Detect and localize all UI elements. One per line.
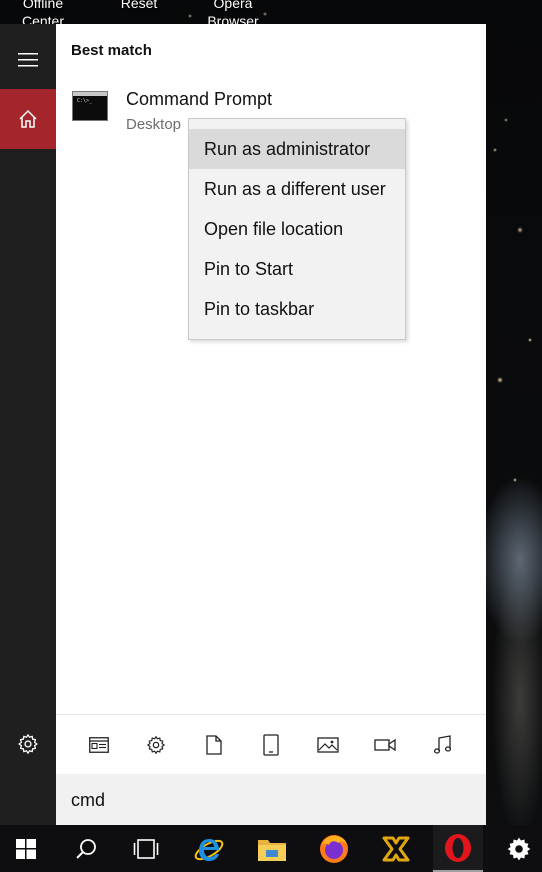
- desktop-icon-label-reset[interactable]: Reset: [110, 0, 168, 12]
- search-input[interactable]: cmd: [56, 774, 486, 825]
- menu-item-run-as-different-user[interactable]: Run as a different user: [189, 169, 405, 209]
- music-icon: [433, 735, 452, 754]
- file-explorer-icon: [258, 839, 286, 861]
- videos-icon: [374, 738, 396, 752]
- search-icon: [76, 838, 96, 859]
- start-button[interactable]: [1, 825, 51, 872]
- desktop-label-line: Opera: [213, 0, 253, 11]
- filter-documents-button[interactable]: [202, 733, 226, 757]
- settings-icon: [147, 736, 165, 754]
- filter-photos-button[interactable]: [316, 733, 340, 757]
- windows-start-icon: [16, 838, 36, 859]
- best-match-heading: Best match: [71, 42, 152, 59]
- filter-settings-button[interactable]: [144, 733, 168, 757]
- menu-item-open-file-location[interactable]: Open file location: [189, 209, 405, 249]
- taskbar-internet-explorer[interactable]: [184, 825, 234, 872]
- desktop-label-line: Offline: [22, 0, 64, 11]
- search-filter-bar: [56, 714, 486, 775]
- task-view-icon: [133, 838, 159, 859]
- internet-explorer-icon: [194, 838, 224, 861]
- filter-apps-button[interactable]: [87, 733, 111, 757]
- home-button[interactable]: [0, 89, 56, 149]
- filter-devices-button[interactable]: [259, 733, 283, 757]
- result-title: Command Prompt: [126, 89, 273, 109]
- hamburger-button[interactable]: [0, 30, 56, 90]
- settings-icon: [507, 837, 531, 860]
- vmware-icon: [382, 836, 410, 861]
- taskbar-file-explorer[interactable]: [247, 825, 297, 872]
- taskbar-vmware[interactable]: [371, 825, 421, 872]
- desktop-label-line: Reset: [120, 0, 158, 11]
- firefox-icon: [320, 834, 348, 863]
- taskbar-opera[interactable]: [433, 825, 483, 872]
- taskbar-firefox[interactable]: [309, 825, 359, 872]
- hamburger-icon: [18, 53, 38, 67]
- apps-icon: [89, 737, 109, 753]
- taskbar: [0, 825, 542, 872]
- menu-item-pin-to-start[interactable]: Pin to Start: [189, 249, 405, 289]
- home-icon: [19, 109, 37, 128]
- icon-prompt-text: C:\>_: [77, 98, 93, 104]
- documents-icon: [206, 735, 222, 755]
- result-subtitle: Desktop: [126, 116, 182, 133]
- gear-icon: [18, 734, 38, 754]
- devices-icon: [263, 734, 279, 756]
- command-prompt-icon: C:\>_: [72, 91, 108, 121]
- taskbar-settings[interactable]: [494, 825, 542, 872]
- photos-icon: [317, 737, 339, 753]
- task-view-button[interactable]: [121, 825, 171, 872]
- filter-music-button[interactable]: [431, 733, 455, 757]
- opera-icon: [445, 833, 471, 862]
- filter-videos-button[interactable]: [373, 733, 397, 757]
- search-input-value: cmd: [71, 790, 106, 810]
- icon-titlebar: [73, 92, 107, 96]
- taskbar-search-button[interactable]: [61, 825, 111, 872]
- rail-settings-button[interactable]: [0, 714, 56, 774]
- context-menu: Run as administrator Run as a different …: [188, 118, 406, 340]
- menu-item-pin-to-taskbar[interactable]: Pin to taskbar: [189, 289, 405, 329]
- menu-item-run-as-administrator[interactable]: Run as administrator: [189, 129, 405, 169]
- start-rail: [0, 24, 56, 825]
